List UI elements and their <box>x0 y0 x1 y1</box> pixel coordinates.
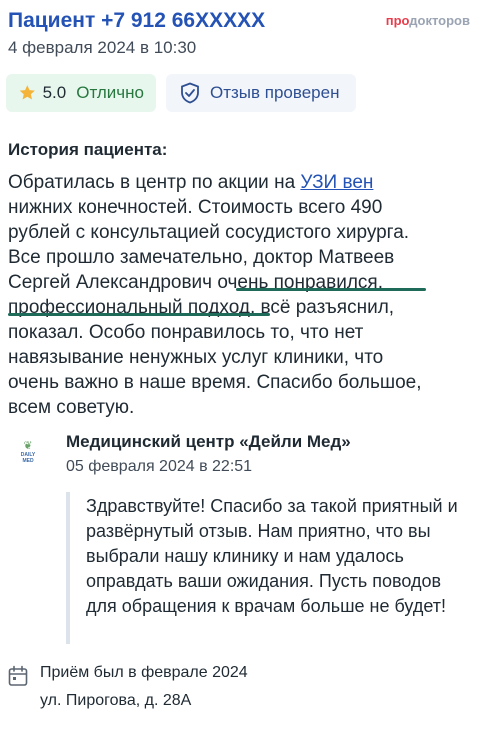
shield-check-icon <box>181 82 199 104</box>
review-header: Пациент +7 912 66XXXXX продокторов 4 фев… <box>8 8 470 58</box>
clinic-logo: ❦ DAILY MED <box>16 440 40 474</box>
review-text: Обратилась в центр по акции на УЗИ вен н… <box>8 172 422 418</box>
visit-address: ул. Пирогова, д. 28А <box>40 692 192 709</box>
rating-badge: 5.0 Отлично <box>6 74 156 112</box>
calendar-icon <box>8 665 28 686</box>
verified-label: Отзыв проверен <box>210 83 340 102</box>
verified-badge[interactable]: Отзыв проверен <box>166 74 356 112</box>
rating-score: 5.0 <box>42 83 67 102</box>
clinic-reply-text: Здравствуйте! Спасибо за такой приятный … <box>66 492 466 644</box>
service-link[interactable]: УЗИ вен <box>300 172 373 193</box>
clinic-name[interactable]: Медицинский центр «Дейли Мед» <box>66 432 351 452</box>
highlight-underline <box>236 288 426 291</box>
badges-row: 5.0 Отлично Отзыв проверен <box>6 74 356 112</box>
brand-logo: продокторов <box>385 13 470 28</box>
rating-label: Отлично <box>76 83 144 102</box>
highlight-underline <box>8 313 270 316</box>
review-date: 4 февраля 2024 в 10:30 <box>8 38 197 57</box>
history-title: История пациента: <box>8 140 168 159</box>
star-icon <box>19 85 35 100</box>
reply-date: 05 февраля 2024 в 22:51 <box>66 458 253 475</box>
leaf-icon: ❦ <box>23 440 33 452</box>
visit-date: Приём был в феврале 2024 <box>40 664 248 681</box>
